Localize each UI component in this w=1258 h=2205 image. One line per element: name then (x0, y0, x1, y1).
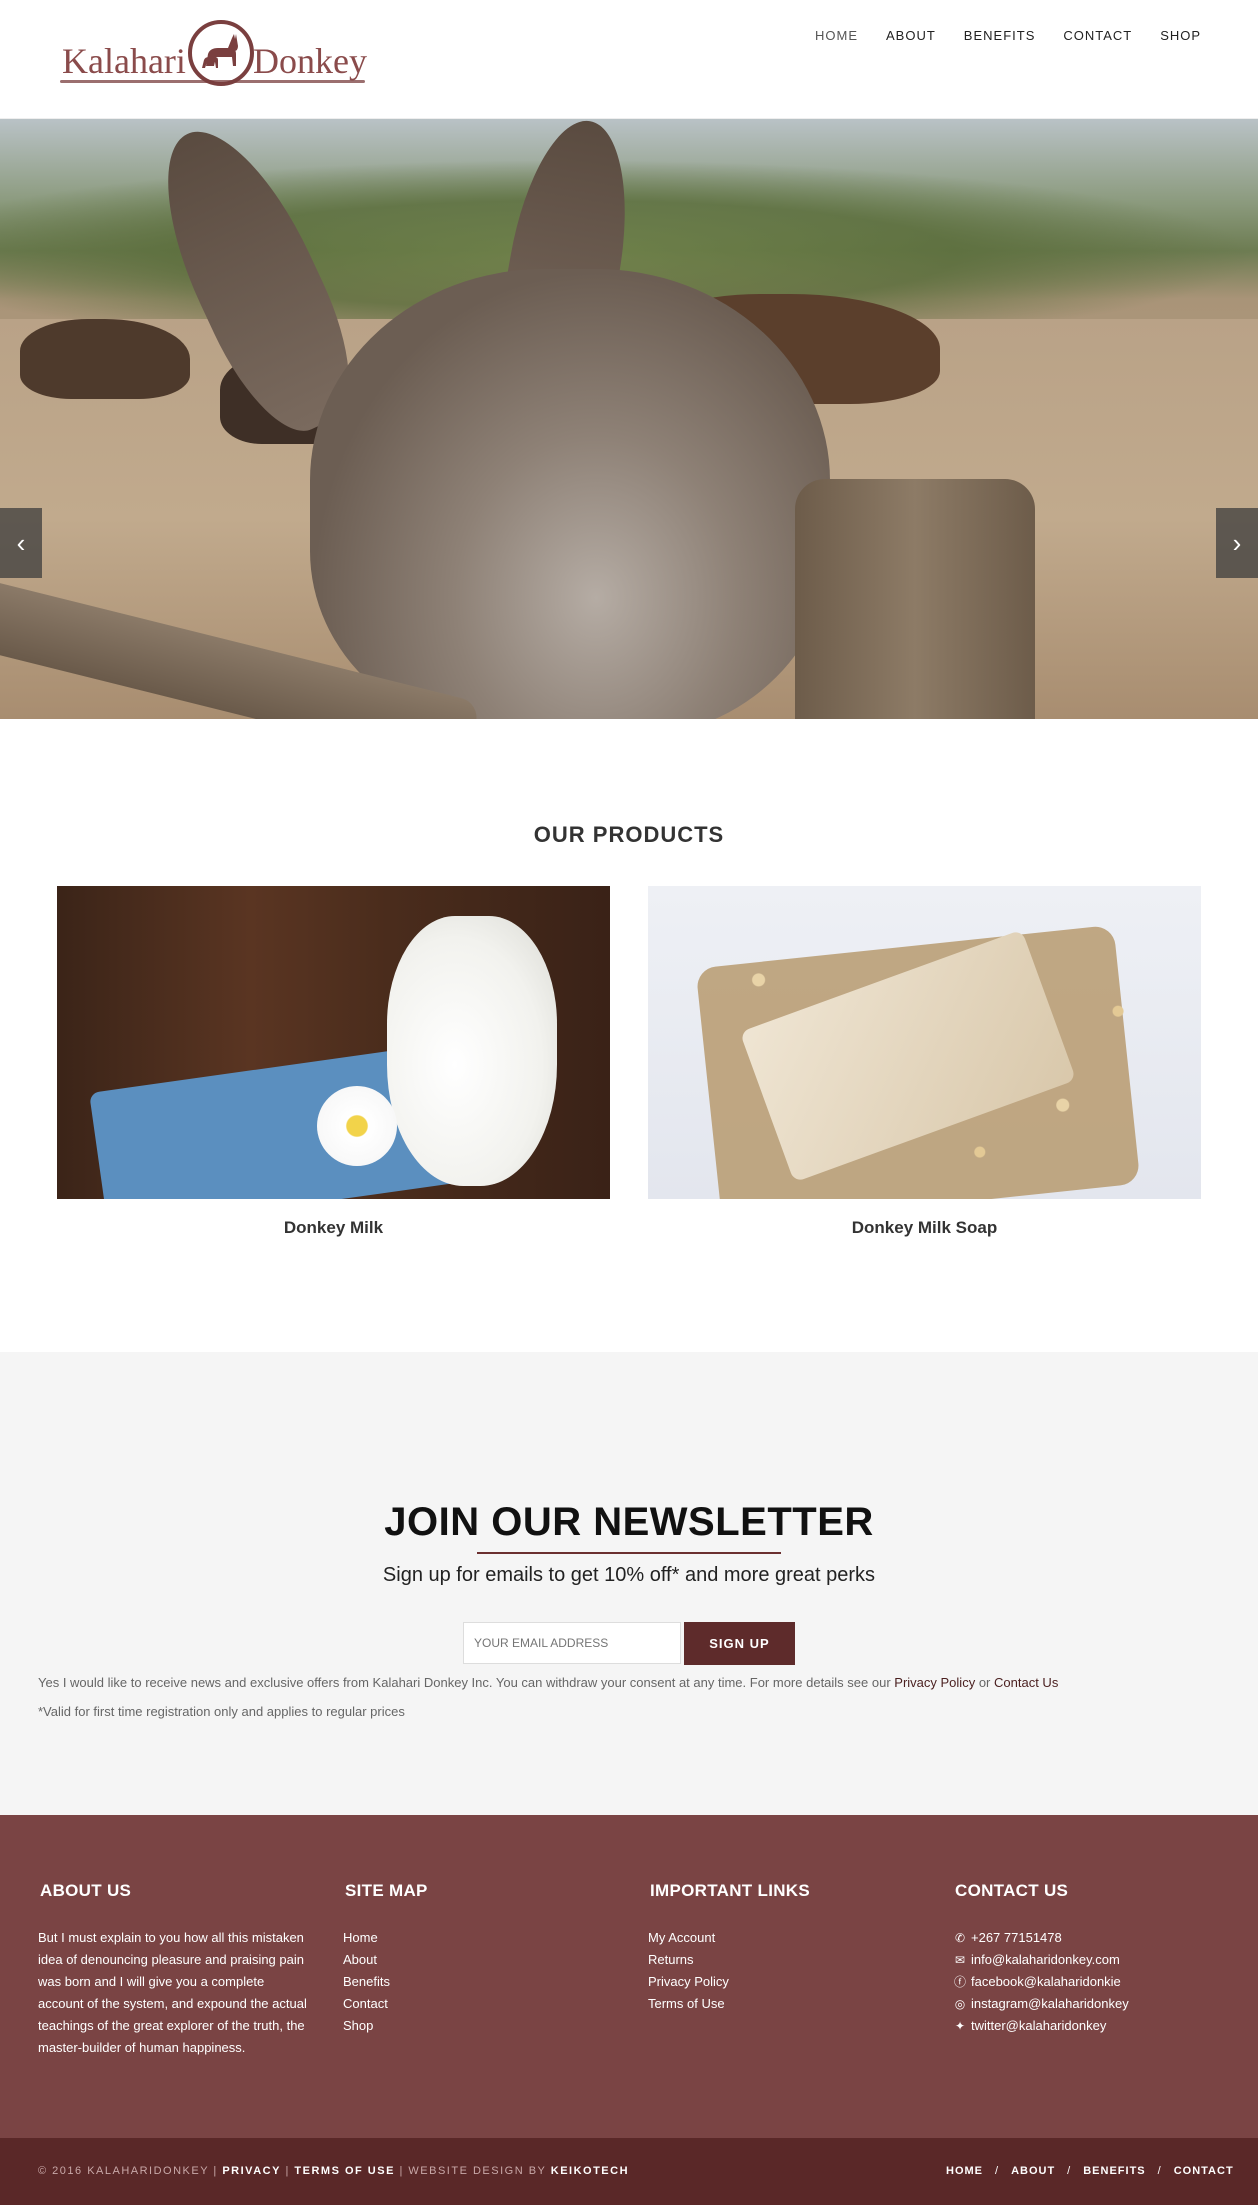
contact-twitter[interactable]: ✦ twitter@kalaharidonkey (953, 2015, 1223, 2037)
contact-email[interactable]: ✉ info@kalaharidonkey.com (953, 1949, 1223, 1971)
footer-link-benefits[interactable]: Benefits (343, 1971, 613, 1993)
bottom-bar: © 2016 KALAHARIDONKEY | PRIVACY | TERMS … (0, 2138, 1258, 2205)
twitter-icon: ✦ (954, 2019, 966, 2033)
email-input[interactable] (463, 1622, 681, 1664)
newsletter-note: *Valid for first time registration only … (38, 1704, 405, 1719)
footer-sitemap: SITE MAP Home About Benefits Contact Sho… (343, 1881, 613, 2037)
bottom-nav-contact[interactable]: CONTACT (1174, 2165, 1234, 2177)
phone-icon: ✆ (954, 1931, 966, 1945)
designer-link[interactable]: KEIKOTECH (551, 2165, 629, 2177)
instagram-icon: ◎ (954, 1997, 966, 2011)
nav-benefits[interactable]: BENEFITS (964, 28, 1036, 43)
newsletter-section: JOIN OUR NEWSLETTER Sign up for emails t… (0, 1352, 1258, 1815)
bottom-nav-sep: / (1067, 2165, 1072, 2177)
bottom-nav-sep: / (995, 2165, 1000, 2177)
footer-contact: CONTACT US ✆ +267 77151478 ✉ info@kalahari… (953, 1881, 1223, 2037)
footer-about: ABOUT US But I must explain to you how a… (38, 1881, 308, 2059)
brand-logo[interactable]: Kalahari Donkey (60, 18, 367, 90)
footer-link-returns[interactable]: Returns (648, 1949, 918, 1971)
site-header: Kalahari Donkey HOME ABOUT BENEFITS CONT… (0, 0, 1258, 119)
nav-home[interactable]: HOME (815, 28, 858, 43)
phone-text: +267 77151478 (971, 1930, 1062, 1945)
product-image-milk[interactable] (57, 886, 610, 1199)
twitter-text: twitter@kalaharidonkey (971, 2018, 1107, 2033)
bottom-nav: HOME / ABOUT / BENEFITS / CONTACT (946, 2165, 1234, 2177)
sign-up-button[interactable]: SIGN UP (684, 1622, 795, 1665)
footer-important-links: IMPORTANT LINKS My Account Returns Priva… (648, 1881, 918, 2015)
footer-link-terms[interactable]: Terms of Use (648, 1993, 918, 2015)
footer-about-title: ABOUT US (40, 1881, 132, 1900)
footer-link-shop[interactable]: Shop (343, 2015, 613, 2037)
footer-link-about[interactable]: About (343, 1949, 613, 1971)
product-image-soap[interactable] (648, 886, 1201, 1199)
milk-jug-shape (387, 916, 557, 1186)
newsletter-subtitle: Sign up for emails to get 10% off* and m… (382, 1564, 876, 1586)
newsletter-title: JOIN OUR NEWSLETTER (384, 1500, 874, 1544)
flower-shape (317, 1086, 397, 1166)
chevron-left-icon: ‹ (16, 528, 26, 558)
bottom-nav-about[interactable]: ABOUT (1011, 2165, 1055, 2177)
consent-body: Yes I would like to receive news and exc… (38, 1675, 891, 1690)
contact-instagram[interactable]: ◎ instagram@kalaharidonkey (953, 1993, 1223, 2015)
facebook-text: facebook@kalaharidonkie (971, 1974, 1121, 1989)
bottom-nav-home[interactable]: HOME (946, 2165, 983, 2177)
footer-link-contact[interactable]: Contact (343, 1993, 613, 2015)
chevron-right-icon: › (1232, 528, 1242, 558)
product-name-soap[interactable]: Donkey Milk Soap (648, 1218, 1201, 1238)
bottom-nav-sep: / (1157, 2165, 1162, 2177)
consent-text: Yes I would like to receive news and exc… (38, 1675, 1238, 1690)
copyright-text: © 2016 KALAHARIDONKEY | (38, 2165, 218, 2177)
site-footer: ABOUT US But I must explain to you how a… (0, 1815, 1258, 2138)
envelope-icon: ✉ (954, 1953, 966, 1967)
footer-important-title: IMPORTANT LINKS (650, 1881, 811, 1900)
title-divider (477, 1552, 781, 1554)
bottom-privacy-link[interactable]: PRIVACY (222, 2165, 281, 2177)
hero-slider: ‹ › (0, 119, 1258, 719)
products-heading: OUR PRODUCTS (533, 822, 725, 847)
footer-about-text: But I must explain to you how all this m… (38, 1930, 307, 2055)
contact-us-link[interactable]: Contact Us (994, 1675, 1058, 1690)
copyright-sep: | (285, 2165, 290, 2177)
contact-facebook[interactable]: ⓕ facebook@kalaharidonkie (953, 1971, 1223, 1993)
horse-shape (20, 319, 190, 399)
brand-name-left: Kalahari (62, 41, 186, 81)
bottom-terms-link[interactable]: TERMS OF USE (294, 2165, 395, 2177)
fence-post (795, 479, 1035, 719)
email-text: info@kalaharidonkey.com (971, 1952, 1120, 1967)
consent-or: or (978, 1675, 991, 1690)
design-by-text: | WEBSITE DESIGN BY (399, 2165, 547, 2177)
nav-about[interactable]: ABOUT (886, 28, 936, 43)
slider-prev-button[interactable]: ‹ (0, 508, 42, 578)
instagram-text: instagram@kalaharidonkey (971, 1996, 1129, 2011)
donkey-emblem-icon (188, 20, 254, 86)
nav-contact[interactable]: CONTACT (1063, 28, 1132, 43)
nav-shop[interactable]: SHOP (1160, 28, 1201, 43)
bottom-nav-benefits[interactable]: BENEFITS (1083, 2165, 1145, 2177)
brand-name-right: Donkey (253, 41, 367, 81)
slider-next-button[interactable]: › (1216, 508, 1258, 578)
footer-contact-title: CONTACT US (955, 1881, 1069, 1900)
footer-link-privacy[interactable]: Privacy Policy (648, 1971, 918, 1993)
copyright-line: © 2016 KALAHARIDONKEY | PRIVACY | TERMS … (38, 2165, 629, 2177)
logo-brush-stroke (60, 80, 365, 83)
privacy-policy-link[interactable]: Privacy Policy (894, 1675, 975, 1690)
footer-sitemap-title: SITE MAP (345, 1881, 428, 1900)
footer-link-my-account[interactable]: My Account (648, 1927, 918, 1949)
facebook-icon: ⓕ (953, 1975, 966, 1989)
product-name-milk[interactable]: Donkey Milk (57, 1218, 610, 1238)
oats-shape (648, 886, 1201, 1199)
footer-link-home[interactable]: Home (343, 1927, 613, 1949)
contact-phone[interactable]: ✆ +267 77151478 (953, 1927, 1223, 1949)
main-nav: HOME ABOUT BENEFITS CONTACT SHOP (815, 28, 1229, 43)
hero-donkey-image (310, 269, 830, 719)
